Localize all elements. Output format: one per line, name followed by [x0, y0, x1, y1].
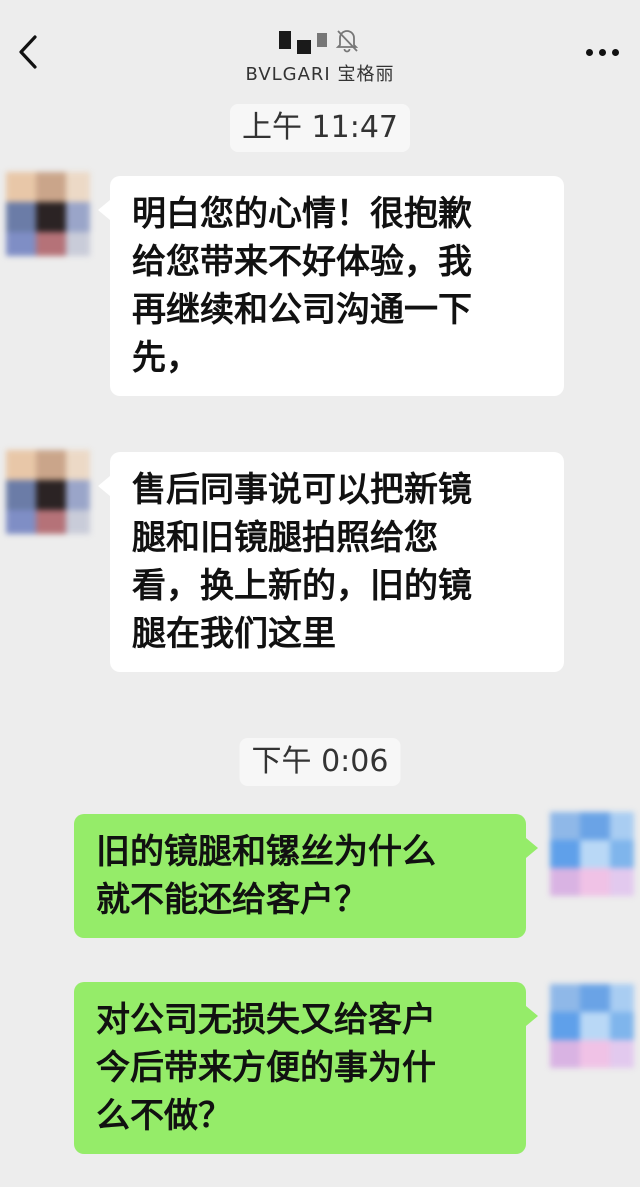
bell-off-icon	[335, 30, 359, 53]
message-line: 腿在我们这里	[132, 614, 336, 654]
contact-name-obscured	[170, 24, 470, 56]
message-line: 给您带来不好体验，我	[132, 242, 472, 282]
my-avatar[interactable]	[550, 984, 634, 1068]
message-line: 售后同事说可以把新镜	[132, 470, 472, 510]
avatar[interactable]	[6, 172, 90, 256]
chat-header: BVLGARI 宝格丽	[0, 0, 640, 92]
message-bubble-sent[interactable]: 旧的镜腿和镙丝为什么 就不能还给客户？	[74, 814, 538, 938]
more-button[interactable]	[580, 30, 624, 74]
message-line: 明白您的心情！很抱歉	[132, 194, 472, 234]
message-line: 旧的镜腿和镙丝为什么	[96, 832, 436, 872]
more-dot	[611, 48, 619, 56]
message-line: 再继续和公司沟通一下	[132, 290, 472, 330]
my-avatar[interactable]	[550, 812, 634, 896]
message-line: 么不做？	[96, 1096, 232, 1136]
back-button[interactable]	[8, 30, 48, 74]
message-bubble-sent[interactable]: 对公司无损失又给客户 今后带来方便的事为什 么不做？	[74, 982, 538, 1154]
message-line: 对公司无损失又给客户	[96, 1000, 436, 1040]
message-line: 就不能还给客户？	[96, 880, 368, 920]
chevron-left-icon	[19, 35, 37, 69]
chat-title: BVLGARI 宝格丽	[170, 24, 470, 86]
message-line: 今后带来方便的事为什	[96, 1048, 436, 1088]
message-bubble-received[interactable]: 明白您的心情！很抱歉 给您带来不好体验，我 再继续和公司沟通一下 先，	[98, 176, 564, 396]
timestamp: 上午 11:47	[230, 104, 410, 152]
message-line: 先，	[132, 338, 200, 378]
more-dot	[598, 48, 606, 56]
more-dot	[585, 48, 593, 56]
message-bubble-received[interactable]: 售后同事说可以把新镜 腿和旧镜腿拍照给您 看，换上新的，旧的镜 腿在我们这里	[98, 452, 564, 672]
message-line: 看，换上新的，旧的镜	[132, 566, 472, 606]
contact-subtitle: BVLGARI 宝格丽	[245, 64, 395, 85]
timestamp: 下午 0:06	[239, 738, 401, 786]
avatar[interactable]	[6, 450, 90, 534]
message-line: 腿和旧镜腿拍照给您	[132, 518, 438, 558]
